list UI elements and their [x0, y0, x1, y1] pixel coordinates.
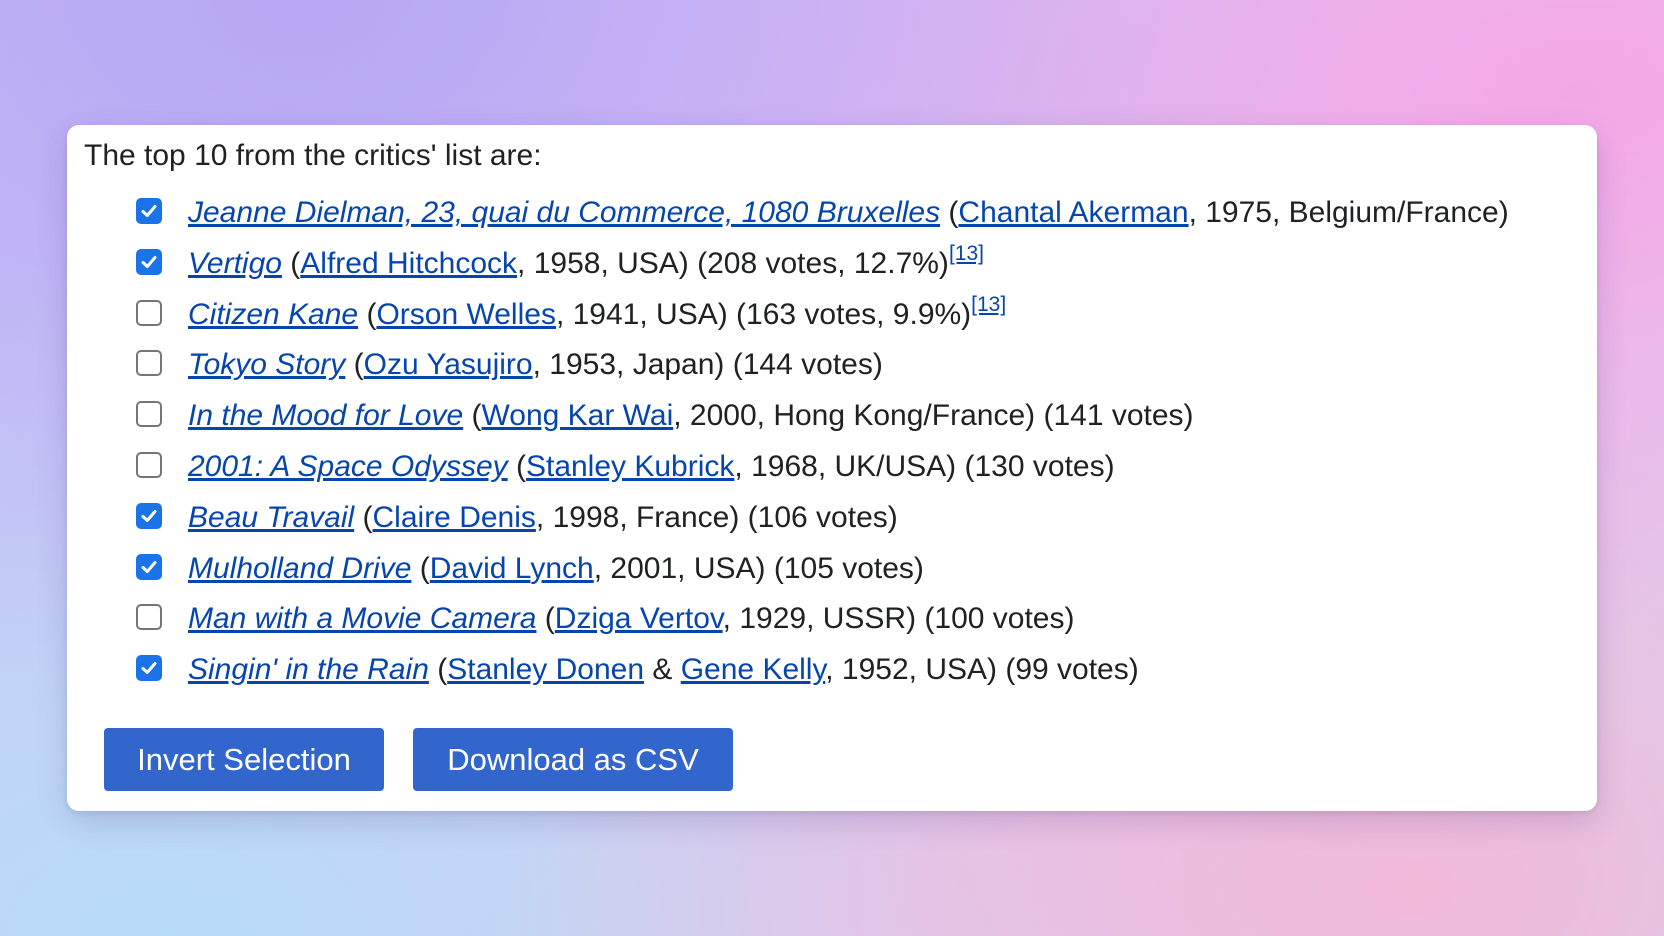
- checkbox[interactable]: [136, 401, 162, 428]
- item-text: Man with a Movie Camera (Dziga Vertov, 1…: [188, 601, 1074, 637]
- film-title-link[interactable]: Singin' in the Rain: [188, 653, 429, 686]
- list-item: 2001: A Space Odyssey (Stanley Kubrick, …: [67, 449, 1597, 500]
- director-link[interactable]: Stanley Donen: [447, 653, 644, 686]
- critics-list-card: The top 10 from the critics' list are: J…: [67, 125, 1597, 811]
- film-info: , 1998, France) (106 votes): [535, 500, 898, 534]
- item-text: Citizen Kane (Orson Welles, 1941, USA) (…: [188, 294, 1006, 333]
- film-info: , 1941, USA) (163 votes, 9.9%): [555, 297, 972, 331]
- item-text: 2001: A Space Odyssey (Stanley Kubrick, …: [188, 449, 1115, 485]
- film-info: , 1958, USA) (208 votes, 12.7%): [517, 246, 949, 280]
- film-title-link[interactable]: Jeanne Dielman, 23, quai du Commerce, 10…: [188, 196, 940, 229]
- director-link[interactable]: Chantal Akerman: [958, 196, 1188, 229]
- checkbox[interactable]: [136, 198, 162, 224]
- checkbox[interactable]: [136, 451, 162, 478]
- film-title-link[interactable]: 2001: A Space Odyssey: [188, 450, 508, 483]
- checkbox[interactable]: [136, 299, 162, 326]
- list-item: Singin' in the Rain (Stanley Donen & Gen…: [67, 652, 1597, 703]
- separator: (: [281, 246, 301, 280]
- checkbox[interactable]: [136, 655, 162, 682]
- item-text: Mulholland Drive (David Lynch, 2001, USA…: [188, 551, 924, 587]
- separator: (: [940, 196, 959, 229]
- director-link[interactable]: Alfred Hitchcock: [300, 247, 517, 280]
- director-link[interactable]: Stanley Kubrick: [526, 450, 734, 483]
- item-text: Beau Travail (Claire Denis, 1998, France…: [188, 500, 898, 536]
- film-list: Jeanne Dielman, 23, quai du Commerce, 10…: [67, 195, 1597, 703]
- item-text: Vertigo (Alfred Hitchcock, 1958, USA) (2…: [188, 243, 984, 282]
- film-title-link[interactable]: Tokyo Story: [188, 348, 345, 381]
- download-csv-button[interactable]: Download as CSV: [413, 728, 733, 791]
- separator: (: [463, 399, 482, 433]
- reference-link[interactable]: [13]: [971, 293, 1006, 316]
- film-title-link[interactable]: Beau Travail: [188, 501, 354, 534]
- checkmark-icon: [141, 560, 157, 573]
- director-link[interactable]: Dziga Vertov: [555, 602, 723, 635]
- director-link[interactable]: Claire Denis: [373, 501, 536, 534]
- checkbox[interactable]: [136, 553, 162, 580]
- list-item: Tokyo Story (Ozu Yasujiro, 1953, Japan) …: [67, 347, 1597, 398]
- checkmark-icon: [141, 662, 157, 675]
- director-link[interactable]: Wong Kar Wai: [482, 399, 674, 432]
- film-info: , 2000, Hong Kong/France) (141 votes): [673, 399, 1194, 433]
- film-title-link[interactable]: Mulholland Drive: [188, 552, 411, 585]
- checkbox[interactable]: [136, 604, 162, 631]
- item-text: Tokyo Story (Ozu Yasujiro, 1953, Japan) …: [188, 347, 883, 383]
- checkbox[interactable]: [136, 502, 162, 529]
- list-item: Citizen Kane (Orson Welles, 1941, USA) (…: [67, 294, 1597, 348]
- separator: (: [411, 551, 430, 585]
- film-info: , 1975, Belgium/France): [1188, 196, 1509, 229]
- checkmark-icon: [141, 205, 157, 217]
- film-info: , 1929, USSR) (100 votes): [722, 602, 1075, 636]
- list-item: Man with a Movie Camera (Dziga Vertov, 1…: [67, 601, 1597, 652]
- list-item: Beau Travail (Claire Denis, 1998, France…: [67, 500, 1597, 551]
- director-link[interactable]: Orson Welles: [376, 298, 556, 331]
- item-text: Jeanne Dielman, 23, quai du Commerce, 10…: [188, 195, 1509, 231]
- list-item: In the Mood for Love (Wong Kar Wai, 2000…: [67, 398, 1597, 449]
- separator: (: [345, 348, 364, 382]
- film-title-link[interactable]: Citizen Kane: [188, 298, 358, 331]
- film-info: , 2001, USA) (105 votes): [593, 551, 924, 585]
- separator: (: [354, 500, 373, 534]
- list-item: Vertigo (Alfred Hitchcock, 1958, USA) (2…: [67, 243, 1597, 297]
- reference-link[interactable]: [13]: [949, 242, 984, 265]
- list-item: Jeanne Dielman, 23, quai du Commerce, 10…: [67, 195, 1597, 246]
- checkmark-icon: [141, 509, 157, 522]
- film-title-link[interactable]: Vertigo: [188, 247, 282, 280]
- separator: (: [507, 449, 526, 483]
- film-title-link[interactable]: In the Mood for Love: [188, 399, 463, 432]
- separator: (: [358, 297, 377, 331]
- director2-link[interactable]: Gene Kelly: [681, 653, 826, 686]
- item-text: Singin' in the Rain (Stanley Donen & Gen…: [188, 652, 1139, 688]
- separator: (: [536, 602, 555, 636]
- checkbox[interactable]: [136, 350, 162, 377]
- film-info: , 1953, Japan) (144 votes): [532, 348, 883, 382]
- item-text: In the Mood for Love (Wong Kar Wai, 2000…: [188, 398, 1194, 434]
- checkmark-icon: [141, 255, 157, 268]
- invert-selection-button[interactable]: Invert Selection: [104, 728, 384, 791]
- director-link[interactable]: Ozu Yasujiro: [364, 348, 533, 381]
- intro-text: The top 10 from the critics' list are:: [84, 139, 542, 172]
- list-item: Mulholland Drive (David Lynch, 2001, USA…: [67, 551, 1597, 602]
- director-link[interactable]: David Lynch: [430, 552, 594, 585]
- ampersand: &: [644, 653, 681, 687]
- checkbox[interactable]: [136, 248, 162, 275]
- film-info: , 1952, USA) (99 votes): [825, 653, 1139, 687]
- film-info: , 1968, UK/USA) (130 votes): [734, 449, 1115, 483]
- film-title-link[interactable]: Man with a Movie Camera: [188, 602, 536, 635]
- separator: (: [428, 653, 448, 687]
